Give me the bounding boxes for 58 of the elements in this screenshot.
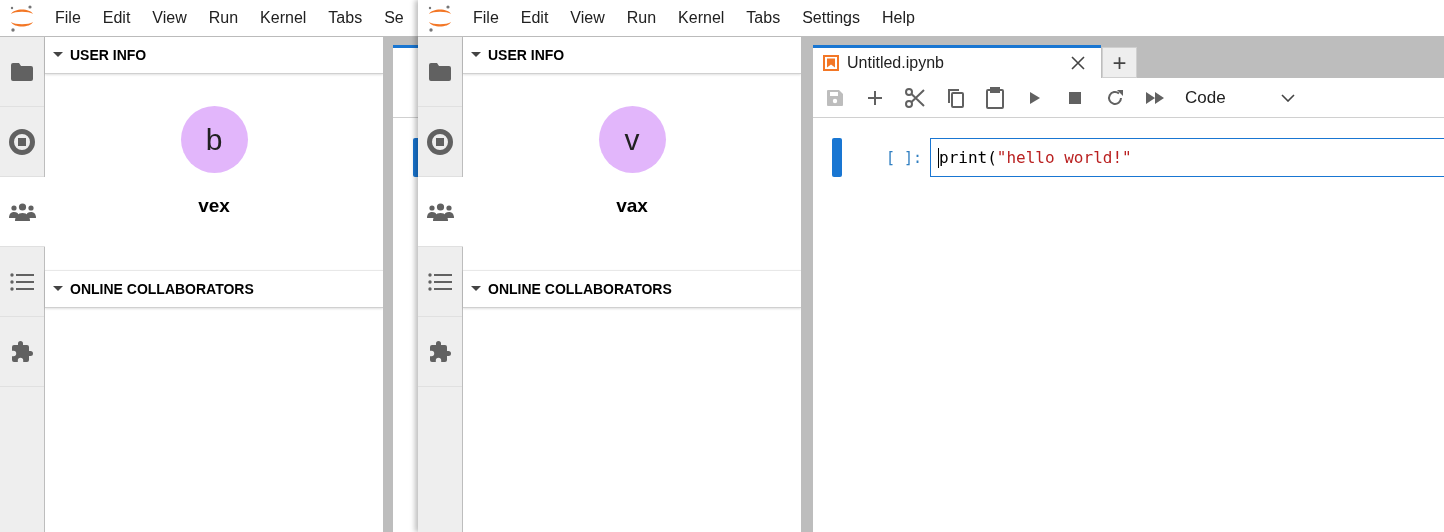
menu-item[interactable]: Edit [509, 0, 560, 36]
menu-item[interactable]: Edit [91, 0, 142, 36]
menu-item[interactable]: Tabs [317, 0, 374, 36]
caret-icon [53, 52, 63, 58]
puzzle-icon [10, 339, 34, 364]
fast-forward-icon[interactable] [1146, 91, 1164, 104]
jupyter-logo-icon [427, 4, 453, 32]
sidebar-tab[interactable] [0, 177, 45, 247]
section-header[interactable]: ONLINE COLLABORATORS [45, 270, 383, 308]
list-icon [10, 272, 34, 291]
caret-icon [471, 286, 481, 292]
menu-item[interactable]: Run [615, 0, 668, 36]
menu-item[interactable]: File [44, 0, 92, 36]
copy-icon[interactable] [946, 87, 964, 108]
user-avatar: v [598, 106, 666, 173]
menu-item[interactable]: Settings [791, 0, 871, 36]
user-avatar: b [180, 106, 248, 173]
refresh-icon[interactable] [1106, 88, 1124, 107]
new-tab-button[interactable]: + [1102, 47, 1137, 78]
menu-item[interactable]: View [559, 0, 616, 36]
people-icon [427, 202, 454, 221]
folder-icon [10, 61, 34, 82]
close-icon[interactable] [1071, 56, 1085, 70]
menu-item[interactable]: Run [197, 0, 250, 36]
caret-icon [53, 286, 63, 292]
section-header[interactable]: USER INFO [463, 37, 801, 74]
menu-item[interactable]: View [141, 0, 198, 36]
stop-circle-icon [427, 128, 453, 155]
notebook-tab[interactable]: Untitled.ipynb [813, 45, 1101, 78]
play-icon[interactable] [1029, 90, 1041, 105]
cell-prompt: [ ]: [884, 148, 923, 167]
scissors-icon[interactable] [905, 87, 925, 108]
section-header[interactable]: USER INFO [45, 37, 383, 74]
menu-item[interactable]: Help [870, 0, 926, 36]
notebook-tab[interactable] [393, 45, 418, 78]
clipboard-icon[interactable] [986, 86, 1004, 109]
menu-item[interactable]: File [462, 0, 510, 36]
plus-icon[interactable] [867, 89, 883, 106]
people-icon [9, 202, 36, 221]
caret-icon [471, 52, 481, 58]
jupyter-logo-icon [9, 4, 35, 32]
menu-item[interactable]: Se [373, 0, 415, 36]
stop-circle-icon [9, 128, 35, 155]
menu-item[interactable]: Tabs [735, 0, 792, 36]
list-icon [428, 272, 452, 291]
code-input[interactable]: print("hello world!" [930, 138, 1444, 177]
puzzle-icon [428, 339, 452, 364]
user-name: vex [198, 195, 230, 217]
stop-icon[interactable] [1069, 91, 1081, 104]
notebook-icon [823, 55, 839, 71]
sidebar-tab[interactable] [418, 177, 463, 247]
section-header[interactable]: ONLINE COLLABORATORS [463, 270, 801, 308]
cell-type-dropdown[interactable]: Code [1181, 83, 1299, 112]
menu-item[interactable]: Kernel [249, 0, 318, 36]
chevron-icon [1281, 93, 1295, 102]
folder-icon [428, 61, 452, 82]
menu-item[interactable]: Kernel [667, 0, 736, 36]
user-name: vax [616, 195, 648, 217]
